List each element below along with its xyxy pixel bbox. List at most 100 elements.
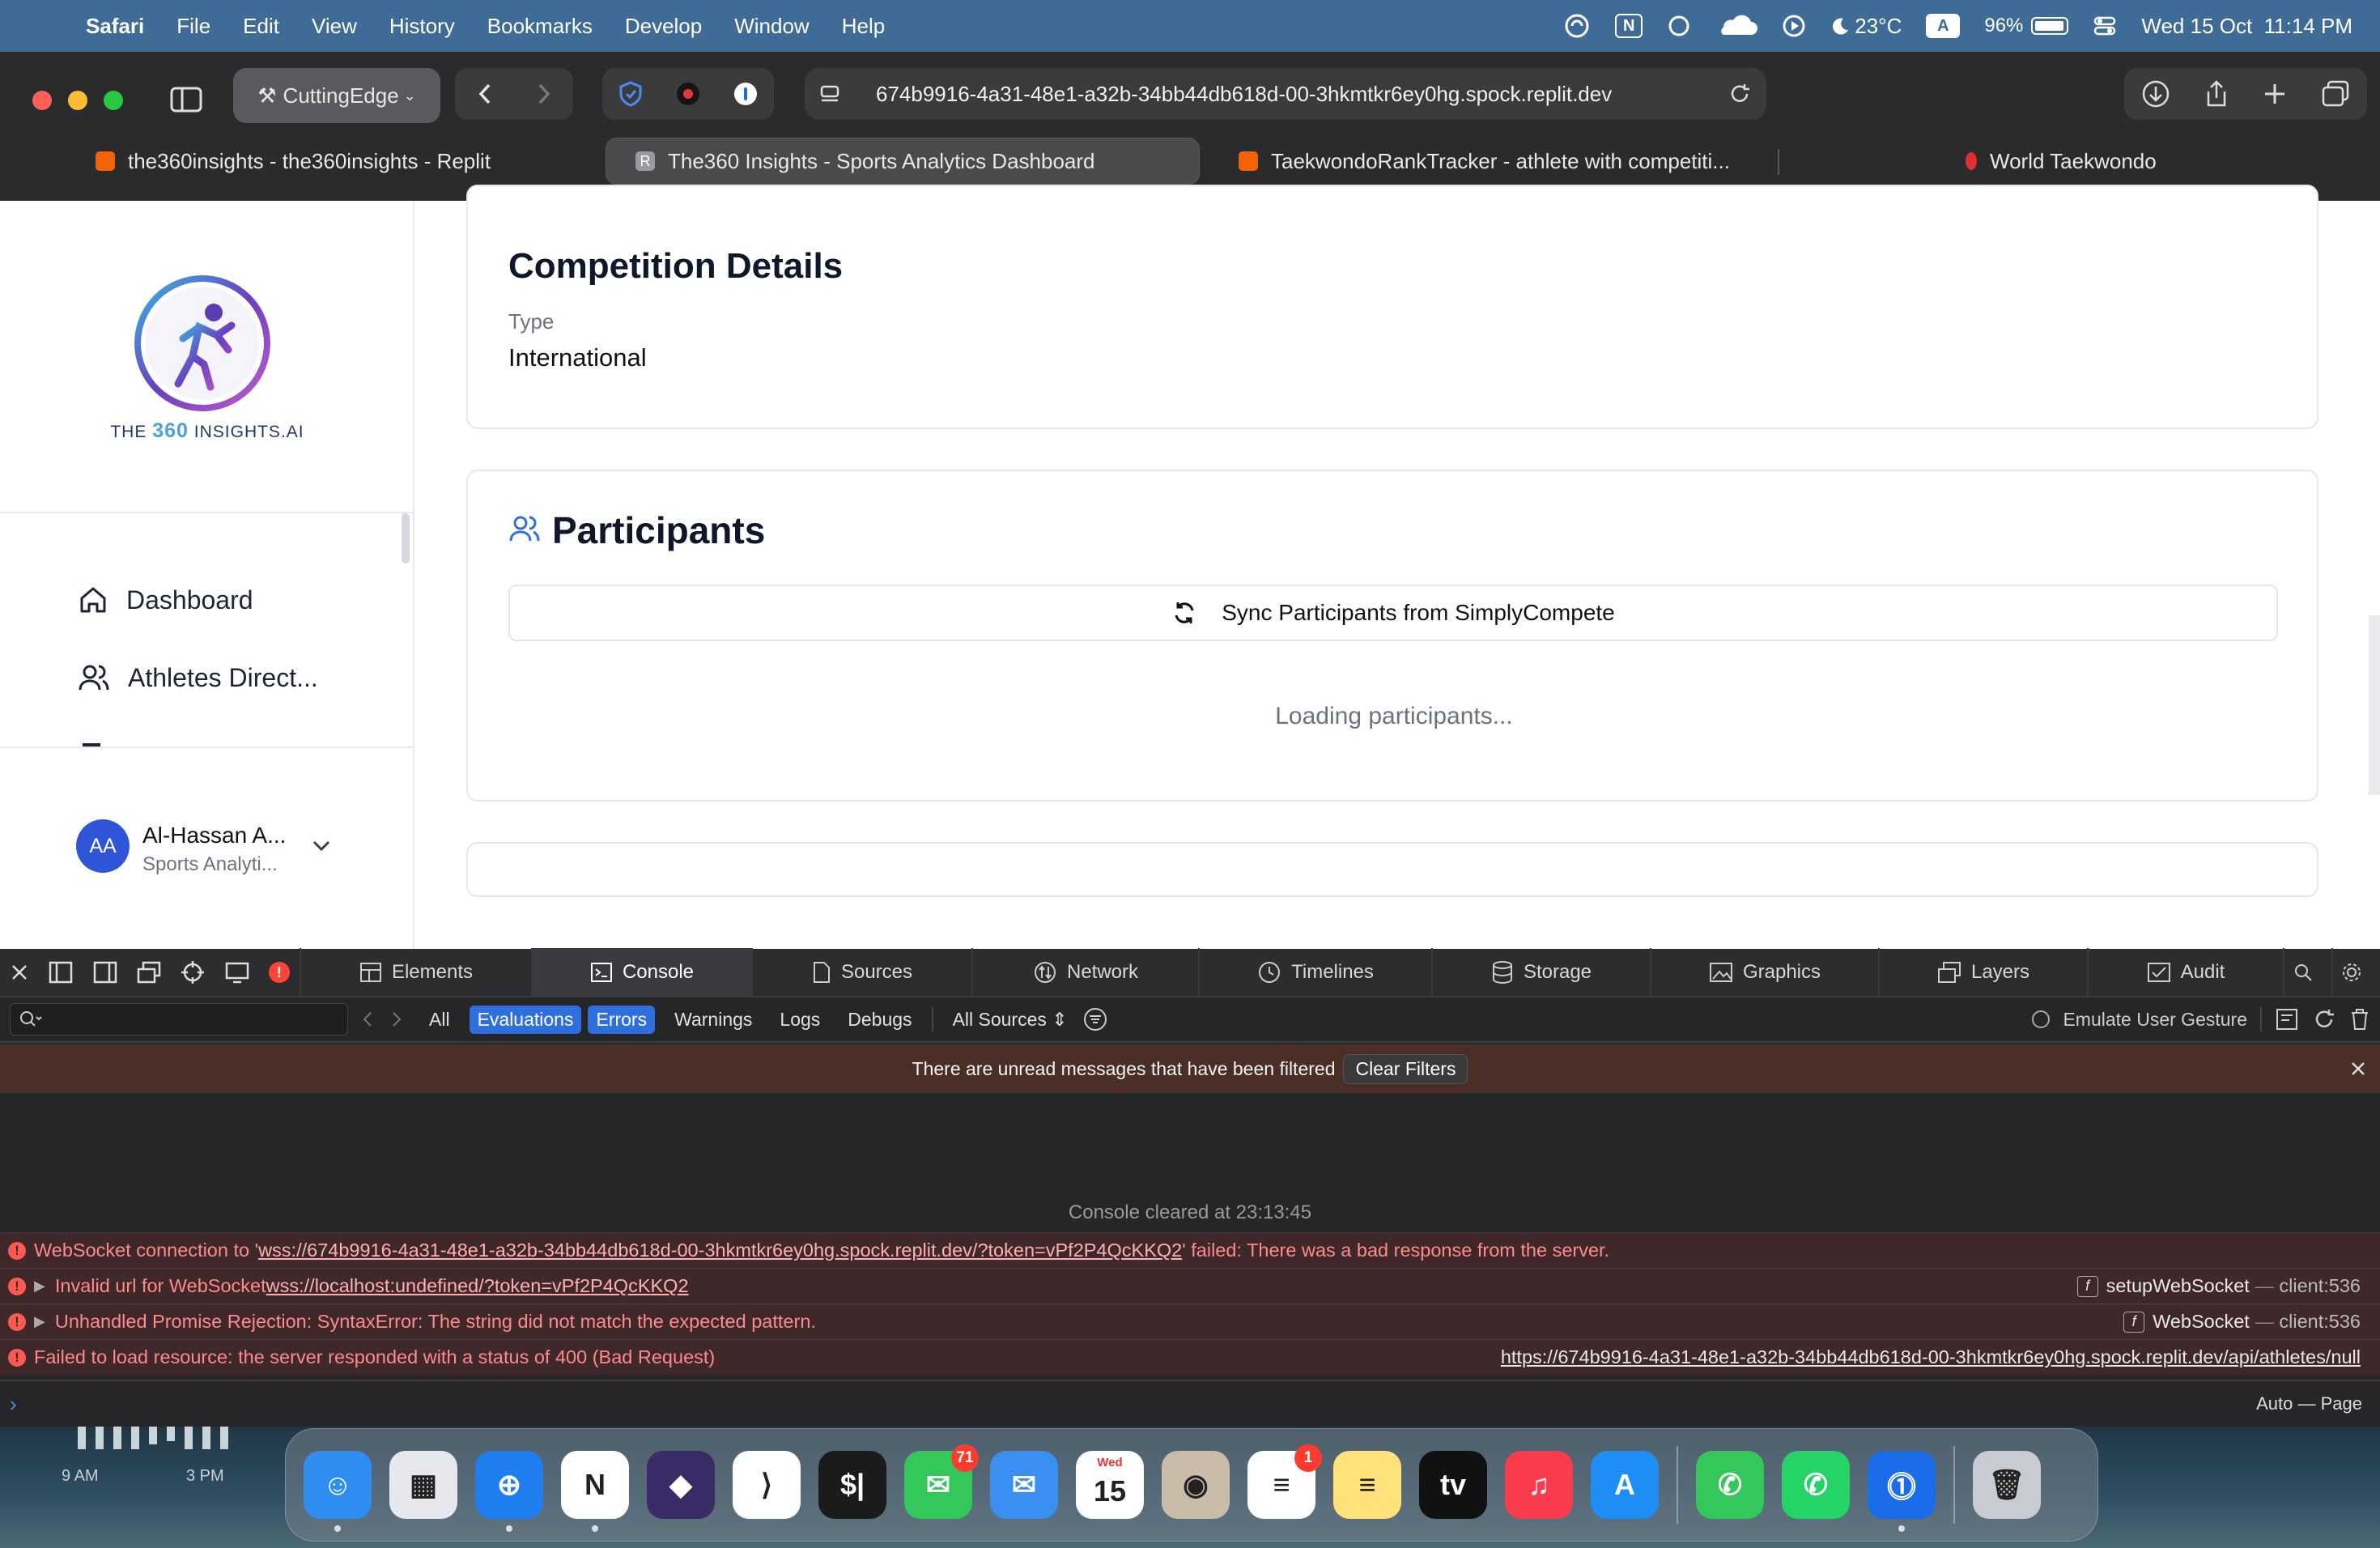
bitwarden-shield-icon[interactable] — [617, 80, 644, 108]
tab-replit[interactable]: the360insights - the360insights - Replit — [96, 138, 597, 185]
page-scrollbar[interactable] — [2369, 615, 2380, 795]
detach-icon[interactable] — [137, 961, 161, 984]
trash-icon[interactable] — [2349, 1007, 2370, 1031]
forward-icon[interactable] — [536, 82, 552, 106]
dock-music-icon[interactable]: ♫ — [1505, 1451, 1573, 1519]
url-text[interactable]: 674b9916-4a31-48e1-a32b-34bb44db618d-00-… — [876, 82, 1612, 107]
reload-icon[interactable] — [2312, 1007, 2336, 1031]
back-icon[interactable] — [477, 82, 493, 106]
menu-edit[interactable]: Edit — [243, 14, 279, 39]
tab-layers[interactable]: Layers — [1878, 948, 2087, 997]
tab-console[interactable]: Console — [531, 948, 751, 997]
dock-contacts-icon[interactable]: ◉ — [1162, 1451, 1230, 1519]
circle-icon[interactable] — [1667, 14, 1691, 38]
console-error-row[interactable]: ! WebSocket connection to ' wss://674b991… — [0, 1232, 2380, 1268]
console-error-row[interactable]: ! ▶ Invalid url for WebSocket wss://loca… — [0, 1268, 2380, 1303]
cloud-icon[interactable] — [1715, 14, 1758, 38]
dock-reminders-icon[interactable]: ≡ 1 — [1247, 1444, 1322, 1519]
filter-all[interactable]: All — [421, 1006, 458, 1034]
error-link[interactable]: wss://localhost:undefined/?token=vPf2P4Q… — [266, 1275, 689, 1297]
filter-warnings[interactable]: Warnings — [666, 1006, 760, 1034]
dock-finder-icon[interactable]: ☺ — [304, 1451, 372, 1532]
play-icon[interactable] — [1782, 14, 1806, 38]
tab-elements[interactable]: Elements — [300, 948, 531, 997]
dock-notes-icon[interactable]: ≡ — [1333, 1451, 1401, 1519]
device-icon[interactable] — [225, 961, 249, 984]
tab-storage[interactable]: Storage — [1431, 948, 1650, 997]
dock-trash-icon[interactable]: 🗑 — [1973, 1451, 2041, 1519]
tab-overview-icon[interactable] — [2321, 79, 2350, 108]
dock-mail-icon[interactable]: ✉ — [990, 1451, 1058, 1519]
dock-tv-icon[interactable]: tv — [1419, 1451, 1487, 1519]
disclosure-triangle-icon[interactable]: ▶ — [34, 1278, 45, 1295]
chevron-down-icon[interactable] — [311, 839, 332, 853]
history-back-icon[interactable] — [355, 1005, 382, 1034]
search-tab[interactable] — [2283, 948, 2331, 997]
tab-network[interactable]: Network — [971, 948, 1198, 997]
filter-evaluations[interactable]: Evaluations — [469, 1005, 582, 1034]
dock-terminal-icon[interactable]: $| — [818, 1451, 886, 1519]
clear-filters-button[interactable]: Clear Filters — [1343, 1053, 1468, 1084]
filter-logs[interactable]: Logs — [771, 1006, 828, 1034]
target-icon[interactable] — [181, 960, 205, 985]
console-error-row[interactable]: ! Failed to load resource: the server re… — [0, 1339, 2380, 1375]
error-source[interactable]: https://674b9916-4a31-48e1-a32b-34bb44db… — [1501, 1346, 2361, 1368]
address-bar[interactable]: 674b9916-4a31-48e1-a32b-34bb44db618d-00-… — [805, 68, 1766, 120]
dock-safari-icon[interactable]: ⊕ — [475, 1451, 543, 1532]
sidebar-item-athletes[interactable]: Athletes Direct... — [78, 662, 318, 693]
profile-button[interactable]: ⚒ CuttingEdge ⌄ — [233, 68, 440, 123]
control-center-icon[interactable] — [2093, 14, 2117, 38]
tab-taekwondo-tracker[interactable]: TaekwondoRankTracker - athlete with comp… — [1239, 138, 1805, 185]
menu-file[interactable]: File — [176, 14, 210, 39]
tab-dashboard[interactable]: R The360 Insights - Sports Analytics Das… — [606, 138, 1200, 185]
menu-history[interactable]: History — [389, 14, 455, 39]
settings-tab[interactable] — [2331, 948, 2380, 997]
filter-errors[interactable]: Errors — [588, 1005, 656, 1034]
the360-logo[interactable] — [130, 270, 275, 416]
error-link[interactable]: wss://674b9916-4a31-48e1-a32b-34bb44db61… — [258, 1240, 1182, 1261]
dock-calendar-icon[interactable]: Wed 15 — [1076, 1451, 1144, 1519]
error-count-icon[interactable]: ! — [268, 962, 290, 983]
emulate-gesture-checkbox[interactable] — [2032, 1010, 2051, 1028]
menu-help[interactable]: Help — [842, 14, 885, 39]
dock-notion-icon[interactable]: N — [561, 1451, 629, 1532]
sidebar-scrollbar[interactable] — [402, 513, 410, 563]
close-icon[interactable] — [2349, 1060, 2367, 1078]
close-window-button[interactable] — [32, 91, 52, 110]
share-icon[interactable] — [2204, 79, 2229, 108]
tab-timelines[interactable]: Timelines — [1198, 948, 1431, 997]
reload-icon[interactable] — [1728, 82, 1752, 106]
console-prompt[interactable]: › Auto — Page — [0, 1380, 2380, 1427]
battery-status[interactable]: 96% — [1984, 15, 2069, 37]
downloads-icon[interactable] — [2141, 79, 2170, 108]
menu-app-name[interactable]: Safari — [86, 14, 144, 39]
tab-audit[interactable]: Audit — [2087, 948, 2283, 997]
tab-graphics[interactable]: Graphics — [1650, 948, 1878, 997]
dock-side-icon[interactable] — [93, 961, 117, 984]
dock-whatsapp-icon[interactable]: ✆ — [1782, 1451, 1850, 1519]
dock-obsidian-icon[interactable]: ◆ — [647, 1451, 715, 1519]
console-error-row[interactable]: ! ▶ Unhandled Promise Rejection: SyntaxE… — [0, 1303, 2380, 1339]
dock-app-store-icon[interactable]: A — [1591, 1451, 1659, 1519]
weather-widget[interactable]: 23°C — [1830, 14, 1902, 39]
all-sources-dropdown[interactable]: All Sources ⇕ — [945, 1006, 1076, 1034]
filter-options-icon[interactable] — [1082, 1006, 1108, 1032]
notion-menu-icon[interactable]: N — [1615, 14, 1643, 38]
execution-context-selector[interactable]: Auto — Page — [2256, 1393, 2362, 1414]
vpn-icon[interactable] — [1563, 12, 1591, 40]
dock-launchpad-icon[interactable]: ▦ — [389, 1451, 457, 1519]
bug-extension-icon[interactable] — [674, 80, 702, 108]
error-source[interactable]: f WebSocket — client:536 — [2123, 1311, 2361, 1333]
avatar[interactable]: AA — [76, 819, 130, 873]
dock-1password-icon[interactable]: ⓵ — [1868, 1451, 1936, 1532]
menu-develop[interactable]: Develop — [625, 14, 702, 39]
dock-messages-icon[interactable]: ✉ 71 — [904, 1444, 979, 1519]
sidebar-toggle-icon[interactable] — [170, 86, 202, 113]
menu-window[interactable]: Window — [734, 14, 809, 39]
input-source-indicator[interactable]: A — [1926, 14, 1961, 38]
sync-participants-button[interactable]: Sync Participants from SimplyCompete — [508, 585, 2278, 641]
minimize-window-button[interactable] — [68, 91, 87, 110]
console-filter-input[interactable] — [10, 1003, 348, 1036]
resource-url-link[interactable]: https://674b9916-4a31-48e1-a32b-34bb44db… — [1501, 1346, 2361, 1368]
zoom-window-button[interactable] — [104, 91, 123, 110]
